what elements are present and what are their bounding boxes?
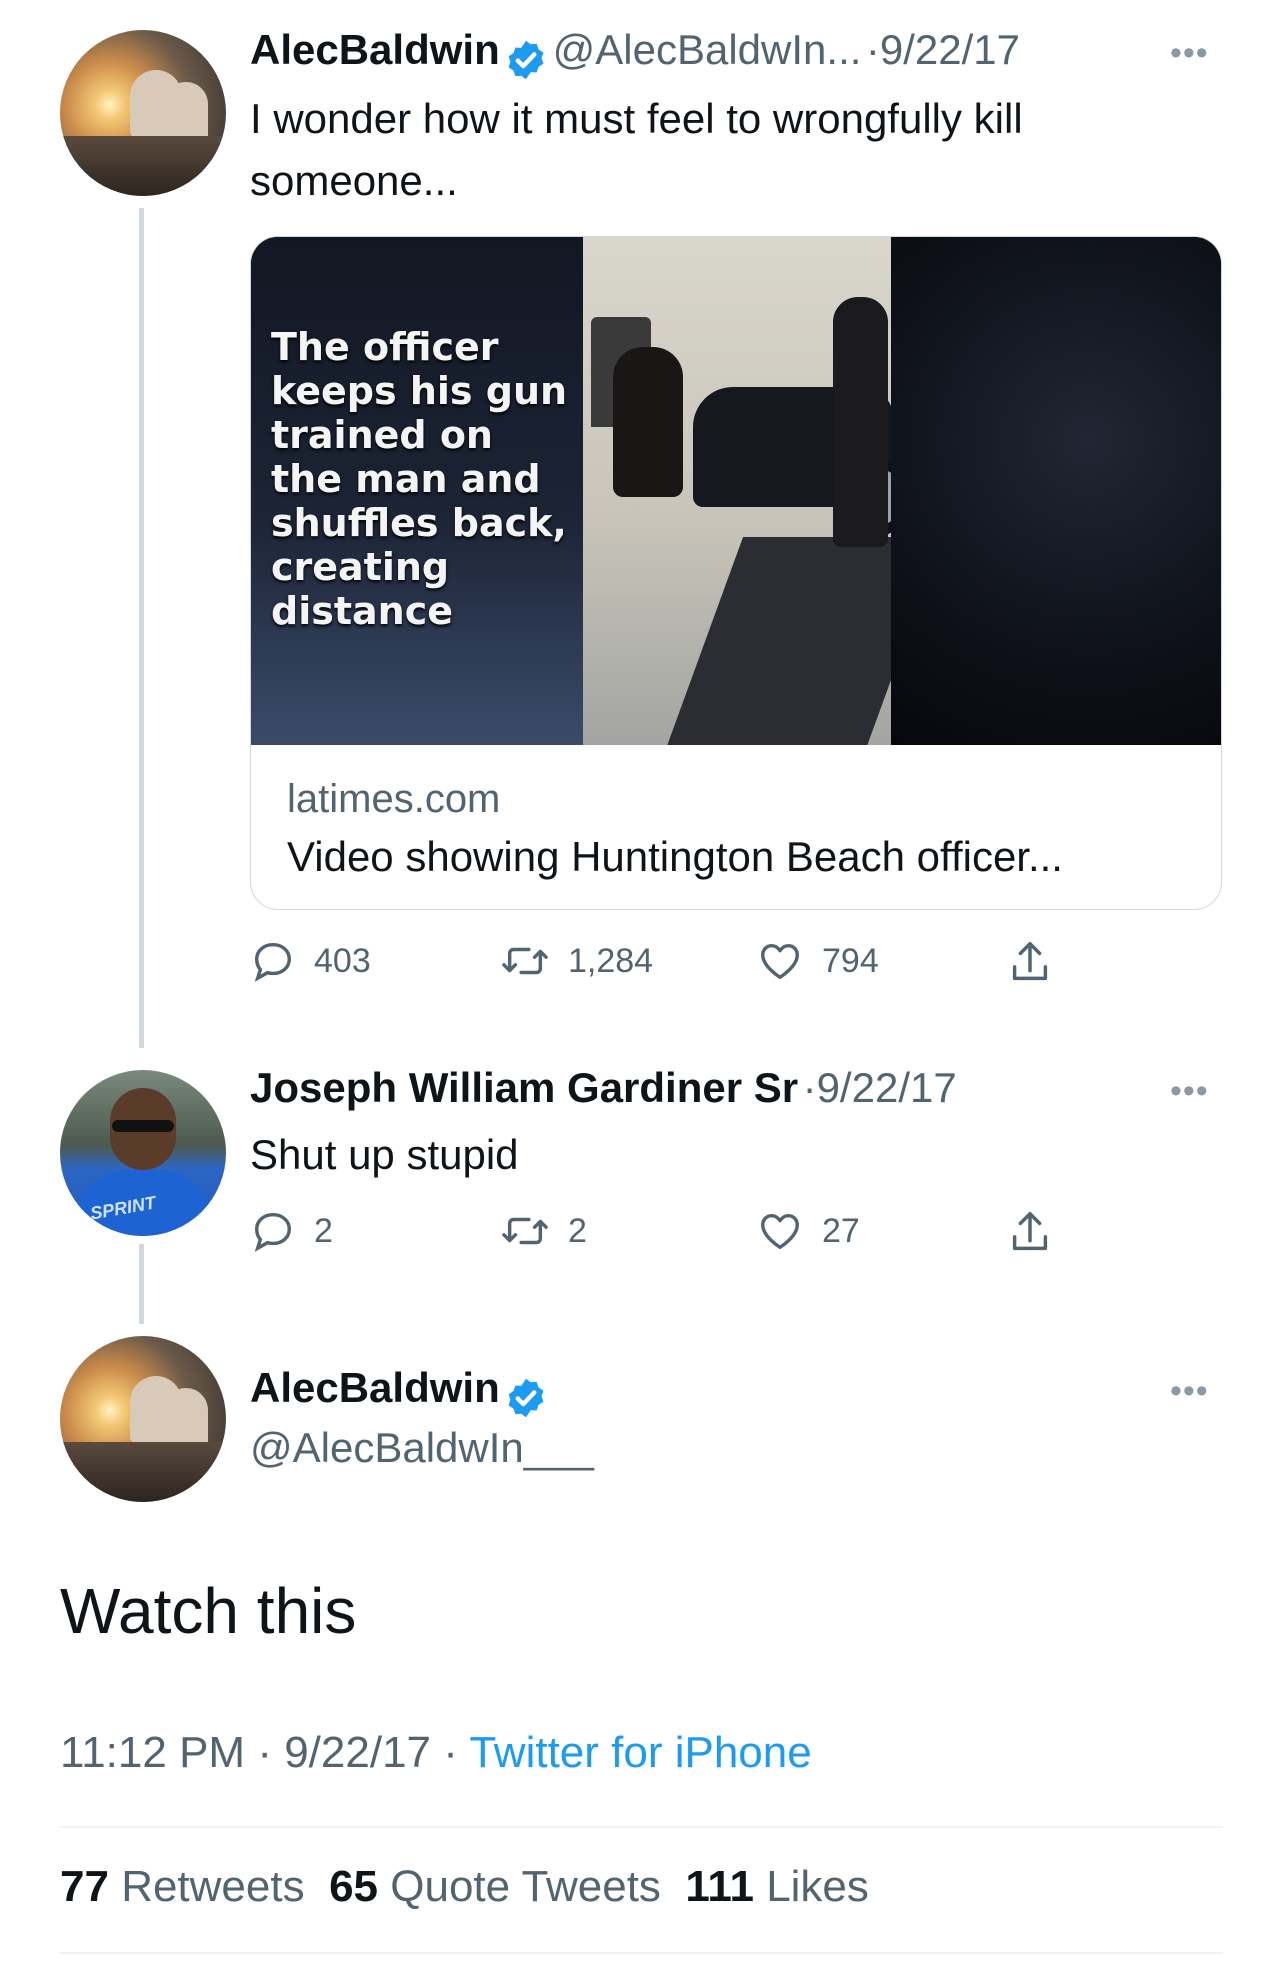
date[interactable]: 9/22/17: [880, 26, 1020, 73]
retweets-stat[interactable]: 77 Retweets: [60, 1862, 305, 1911]
avatar[interactable]: [60, 1336, 226, 1502]
thread-line: [139, 1244, 144, 1324]
handle[interactable]: @AlecBaldwIn___: [250, 1424, 594, 1472]
tweet-meta: 11:12 PM · 9/22/17 · Twitter for iPhone: [60, 1728, 812, 1778]
share-button[interactable]: [1006, 938, 1054, 988]
tweet-header: AlecBaldwin @AlecBaldwIn... ·9/22/17: [250, 26, 1020, 82]
verified-badge-icon: [508, 40, 544, 80]
retweet-button[interactable]: 2: [500, 1208, 587, 1254]
reply-count: 403: [314, 941, 371, 980]
more-options-icon[interactable]: •••: [1170, 1372, 1209, 1411]
like-button[interactable]: 27: [756, 1208, 860, 1254]
heart-icon: [761, 943, 799, 980]
reply-icon: [254, 1212, 292, 1252]
handle[interactable]: @AlecBaldwIn...: [553, 26, 862, 73]
tweet-text: Watch this: [60, 1575, 357, 1647]
display-name[interactable]: AlecBaldwin: [250, 1364, 500, 1411]
separator: ·: [802, 1064, 817, 1111]
card-title: Video showing Huntington Beach officer..…: [287, 833, 1063, 880]
avatar[interactable]: SPRINT: [60, 1070, 226, 1236]
more-options-icon[interactable]: •••: [1170, 34, 1209, 73]
separator: ·: [443, 1728, 458, 1777]
date[interactable]: 9/22/17: [817, 1064, 957, 1111]
likes-label: Likes: [766, 1862, 869, 1911]
tweet-header: Joseph William Gardiner Sr ·9/22/17: [250, 1064, 957, 1112]
like-count: 794: [822, 941, 879, 980]
tweet-text: I wonder how it must feel to wrongfully …: [250, 95, 1023, 204]
retweets-label: Retweets: [121, 1862, 305, 1911]
engagement-stats: 77 Retweets 65 Quote Tweets 111 Likes: [60, 1862, 869, 1912]
verified-badge-icon: [508, 1378, 544, 1418]
share-button[interactable]: [1006, 1208, 1054, 1258]
link-card[interactable]: The officer keeps his gun trained on the…: [250, 236, 1222, 910]
thread-line: [139, 208, 144, 1048]
reply-button[interactable]: 2: [250, 1208, 333, 1254]
retweet-icon: [502, 1217, 548, 1245]
display-name[interactable]: Joseph William Gardiner Sr: [250, 1064, 798, 1111]
share-icon: [1012, 942, 1048, 981]
display-name[interactable]: AlecBaldwin: [250, 26, 500, 73]
card-image: The officer keeps his gun trained on the…: [251, 237, 1221, 745]
more-options-icon[interactable]: •••: [1170, 1072, 1209, 1111]
retweet-count: 1,284: [568, 941, 654, 980]
retweet-button[interactable]: 1,284: [500, 938, 653, 984]
quote-tweets-label: Quote Tweets: [390, 1862, 661, 1911]
likes-stat[interactable]: 111 Likes: [685, 1862, 869, 1911]
divider: [60, 1826, 1223, 1828]
heart-icon: [761, 1213, 799, 1250]
image-caption: The officer keeps his gun trained on the…: [271, 325, 568, 633]
tweet-date[interactable]: 9/22/17: [284, 1728, 431, 1777]
card-domain: latimes.com: [287, 777, 501, 821]
retweet-count: 2: [568, 1211, 587, 1250]
retweet-icon: [502, 947, 548, 975]
tweet-time[interactable]: 11:12 PM: [60, 1728, 245, 1777]
retweets-count: 77: [60, 1862, 109, 1911]
tweet-source-link[interactable]: Twitter for iPhone: [469, 1728, 811, 1777]
avatar[interactable]: [60, 30, 226, 196]
like-button[interactable]: 794: [756, 938, 879, 984]
separator: ·: [865, 26, 880, 73]
quote-tweets-count: 65: [329, 1862, 379, 1911]
separator: ·: [257, 1728, 272, 1777]
like-count: 27: [822, 1211, 860, 1250]
tweet-text: Shut up stupid: [250, 1131, 519, 1178]
share-icon: [1012, 1212, 1048, 1251]
likes-count: 111: [685, 1862, 754, 1911]
reply-button[interactable]: 403: [250, 938, 371, 984]
reply-count: 2: [314, 1211, 333, 1250]
reply-icon: [254, 942, 292, 982]
divider: [60, 1952, 1223, 1954]
tweet-header: AlecBaldwin: [250, 1364, 548, 1420]
quote-tweets-stat[interactable]: 65 Quote Tweets: [329, 1862, 661, 1911]
